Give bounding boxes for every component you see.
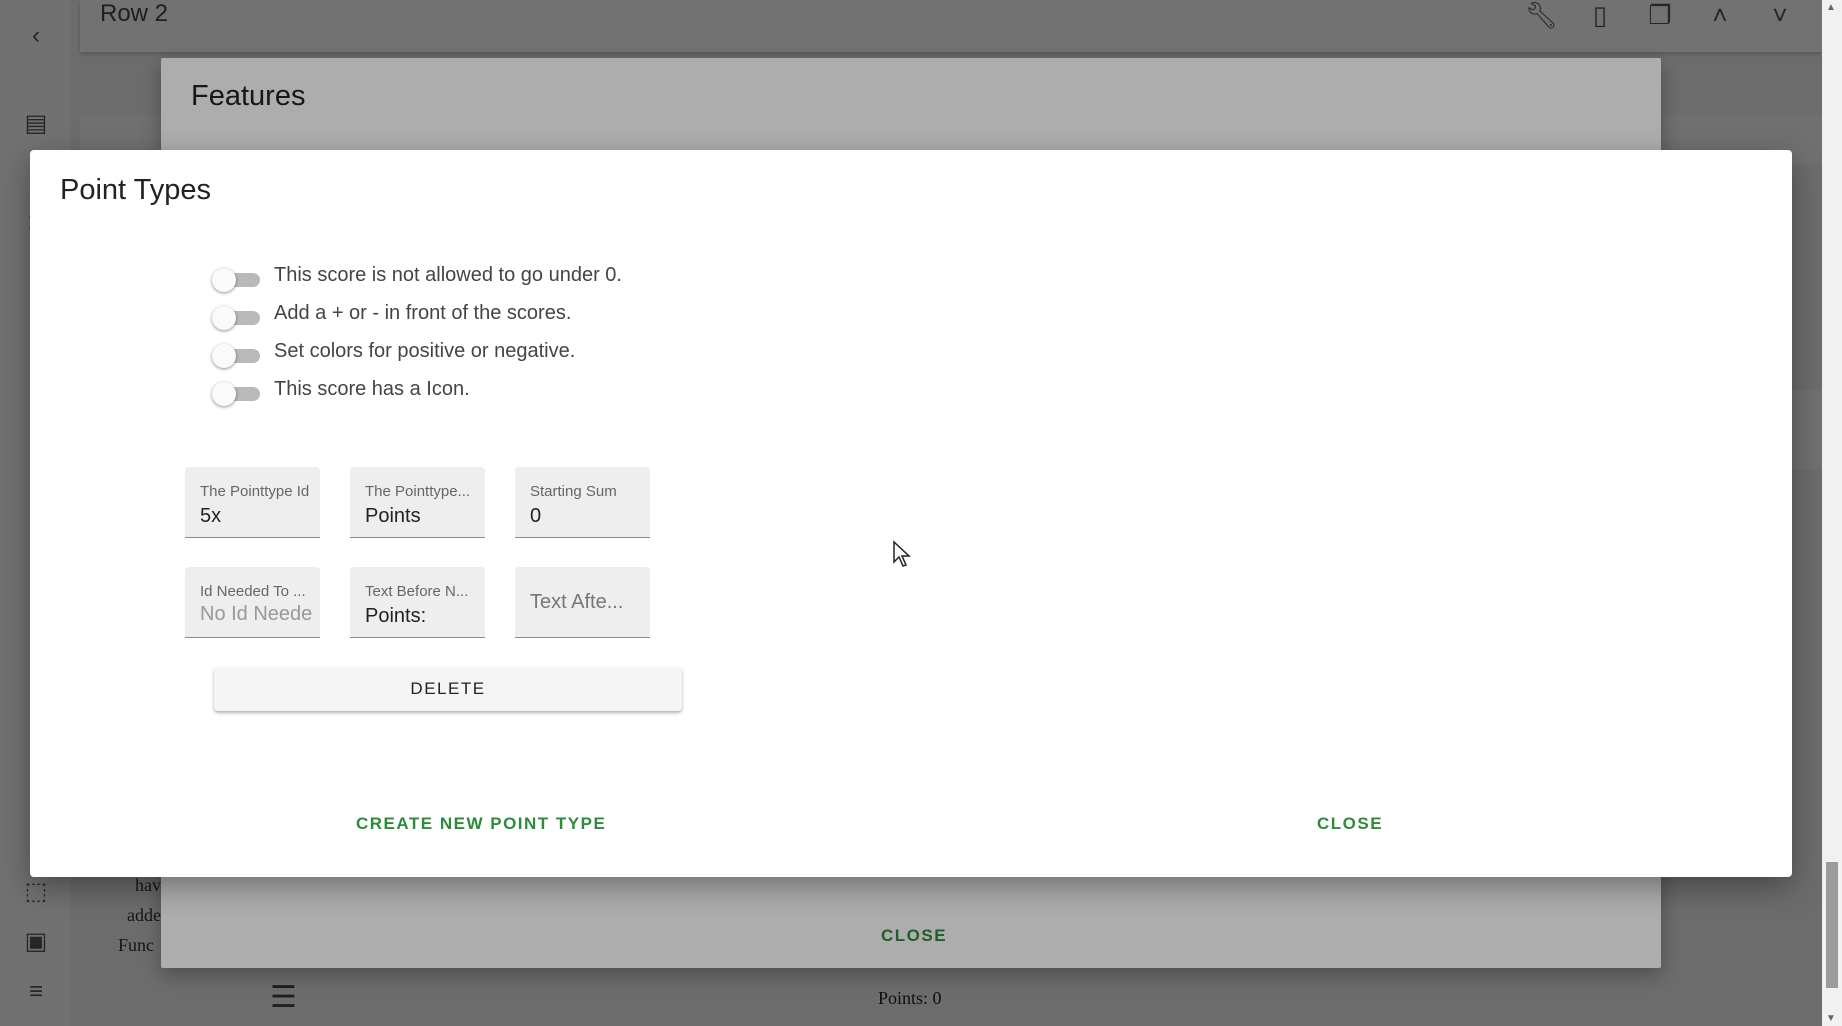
toggle-label: Set colors for positive or negative.	[274, 340, 576, 362]
field-label: Text Before N...	[365, 583, 469, 600]
field-label: The Pointtype Id	[200, 483, 310, 500]
pointtype-name-field[interactable]: The Pointtype... Points	[350, 467, 485, 538]
delete-button[interactable]: DELETE	[214, 667, 682, 711]
toggle-label: This score has a Icon.	[274, 378, 470, 400]
page-scrollbar[interactable]: ▲ ▼	[1822, 0, 1842, 1026]
scroll-up-icon[interactable]: ▲	[1826, 2, 1836, 13]
field-label: Id Needed To ...	[200, 583, 306, 600]
toggle-label: This score is not allowed to go under 0.	[274, 264, 622, 286]
dialog-title: Point Types	[60, 174, 212, 206]
field-value[interactable]: 5x	[200, 505, 312, 528]
toggle-switch[interactable]	[212, 268, 260, 292]
id-needed-input[interactable]	[200, 603, 312, 626]
field-value[interactable]: Points	[365, 505, 477, 528]
text-before-field[interactable]: Text Before N... Points:	[350, 567, 485, 638]
scroll-down-icon[interactable]: ▼	[1826, 1013, 1836, 1024]
field-value[interactable]: Points:	[365, 605, 477, 628]
point-types-dialog: Point Types This score is not allowed to…	[30, 150, 1792, 877]
create-point-type-button[interactable]: CREATE NEW POINT TYPE	[356, 814, 606, 834]
text-after-field[interactable]: Text Afte...	[515, 567, 650, 638]
field-value[interactable]: 0	[530, 505, 642, 528]
scroll-thumb[interactable]	[1826, 862, 1838, 988]
starting-sum-field[interactable]: Starting Sum 0	[515, 467, 650, 538]
toggle-switch[interactable]	[212, 306, 260, 330]
text-after-placeholder[interactable]: Text Afte...	[530, 591, 623, 614]
toggle-switch[interactable]	[212, 344, 260, 368]
field-label: The Pointtype...	[365, 483, 471, 500]
id-needed-field[interactable]: Id Needed To ...	[185, 567, 320, 638]
mouse-cursor-icon	[893, 540, 911, 567]
pointtype-id-field[interactable]: The Pointtype Id 5x	[185, 467, 320, 538]
toggle-label: Add a + or - in front of the scores.	[274, 302, 572, 324]
close-button[interactable]: CLOSE	[1317, 814, 1383, 834]
toggle-switch[interactable]	[212, 382, 260, 406]
field-label: Starting Sum	[530, 483, 617, 500]
